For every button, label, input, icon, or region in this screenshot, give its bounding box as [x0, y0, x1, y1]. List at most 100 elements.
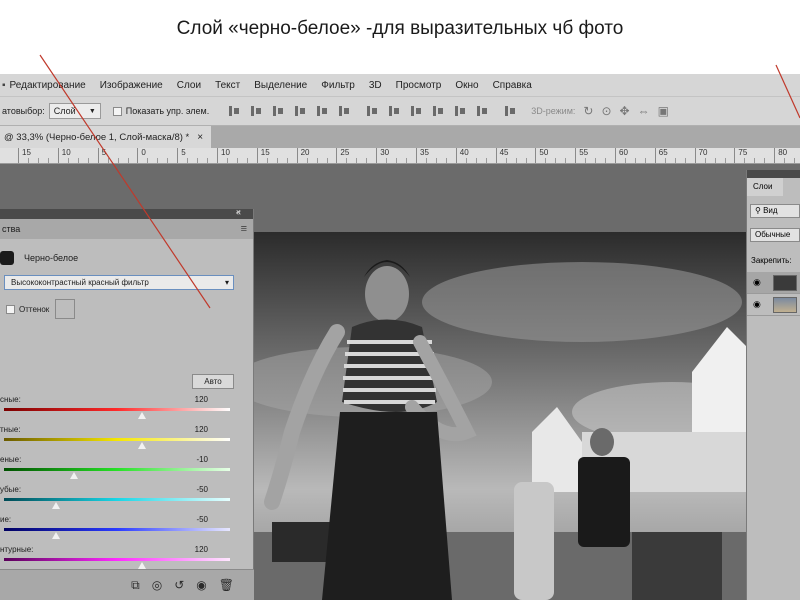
eye-icon[interactable]: ◉ — [753, 299, 761, 310]
layers-panel: Слои ⚲ Вид Обычные Закрепить: ◉ ◉ — [746, 170, 800, 600]
menu-type[interactable]: Текст — [215, 80, 240, 91]
distribute-left-icon[interactable] — [431, 105, 445, 117]
blend-mode-dropdown[interactable]: Обычные — [750, 228, 800, 242]
slider-value[interactable]: 120 — [195, 545, 208, 554]
slider-value[interactable]: -50 — [196, 485, 208, 494]
adjustment-layer-icon — [0, 251, 14, 265]
properties-panel: « × ства ≡ Черно-белое Высококонтрастный… — [0, 207, 254, 600]
view-previous-icon[interactable]: ◎ — [152, 578, 162, 593]
slider-thumb[interactable] — [51, 532, 60, 539]
slide-3d-icon[interactable]: ⇔ — [638, 104, 650, 118]
canvas-photo — [252, 232, 752, 600]
auto-button[interactable]: Авто — [192, 374, 234, 389]
layer-filter-dropdown[interactable]: ⚲ Вид — [750, 204, 800, 218]
slider-thumb[interactable] — [137, 442, 146, 449]
photo-image — [252, 232, 752, 600]
layers-panel-topbar — [747, 170, 800, 178]
slider-thumb[interactable] — [137, 562, 146, 569]
show-controls-label: Показать упр. элем. — [125, 106, 210, 116]
tint-checkbox[interactable] — [6, 304, 15, 314]
slider-value[interactable]: -50 — [196, 515, 208, 524]
slider-value[interactable]: 120 — [195, 395, 208, 404]
color-slider: убые: -50 — [0, 485, 234, 515]
menu-image[interactable]: Изображение — [100, 80, 163, 91]
clip-to-layer-icon[interactable]: ⧉ — [131, 578, 140, 593]
close-icon[interactable]: × — [197, 132, 203, 143]
menu-select[interactable]: Выделение — [254, 80, 307, 91]
distribute-hcenter-icon[interactable] — [453, 105, 467, 117]
distribute-bottom-icon[interactable] — [409, 105, 423, 117]
reset-icon[interactable]: ↺ — [174, 578, 184, 593]
align-top-icon[interactable] — [227, 105, 241, 117]
slider-track[interactable] — [4, 498, 230, 501]
slider-label: еные: — [0, 455, 22, 464]
chevron-down-icon: ▾ — [224, 278, 229, 287]
align-right-icon[interactable] — [337, 105, 351, 117]
orbit-3d-icon[interactable]: ↻ — [583, 104, 593, 118]
document-tab[interactable]: @ 33,3% (Черно-белое 1, Слой-маска/8) * … — [0, 126, 212, 148]
panel-menu-icon[interactable]: ≡ — [241, 223, 247, 235]
properties-panel-topbar: « × — [0, 207, 253, 219]
photo-thumbnail — [773, 297, 797, 313]
autoselect-dropdown[interactable]: Слой ▼ — [48, 103, 101, 119]
tint-color-swatch[interactable] — [55, 299, 76, 319]
distribute-right-icon[interactable] — [475, 105, 489, 117]
layer-row-photo[interactable]: ◉ — [747, 294, 800, 316]
photoshop-window: ▪ Редактирование Изображение Слои Текст … — [0, 74, 800, 600]
distribute-top-icon[interactable] — [365, 105, 379, 117]
slider-thumb[interactable] — [70, 472, 79, 479]
menu-window[interactable]: Окно — [455, 80, 478, 91]
menu-help[interactable]: Справка — [493, 80, 532, 91]
color-slider: еные: -10 — [0, 455, 234, 485]
roll-3d-icon[interactable]: ⊙ — [601, 104, 611, 118]
eye-icon[interactable]: ◉ — [753, 277, 761, 288]
document-tab-label: @ 33,3% (Черно-белое 1, Слой-маска/8) * — [4, 131, 190, 143]
adjustment-name: Черно-белое — [24, 253, 79, 263]
auto-align-icon[interactable] — [503, 105, 517, 117]
menu-layers[interactable]: Слои — [177, 80, 201, 91]
search-icon: ⚲ — [755, 206, 761, 215]
show-controls-checkbox[interactable] — [112, 106, 122, 116]
adjustment-header: Черно-белое — [0, 251, 78, 265]
trash-icon[interactable]: 🗑 — [219, 578, 234, 593]
properties-title: ства — [2, 224, 21, 234]
align-vcenter-icon[interactable] — [249, 105, 263, 117]
properties-panel-header: ства ≡ — [0, 219, 253, 239]
slider-track[interactable] — [4, 468, 230, 471]
slider-track[interactable] — [4, 438, 230, 441]
slider-value[interactable]: -10 — [196, 455, 208, 464]
layers-tab[interactable]: Слои — [747, 178, 783, 196]
slider-value[interactable]: 120 — [195, 425, 208, 434]
autoselect-value: Слой — [53, 106, 76, 116]
ruler-mark: 0 — [137, 148, 146, 163]
ruler-mark: 5 — [97, 148, 106, 163]
menu-filter[interactable]: Фильтр — [321, 80, 355, 91]
options-bar: атовыбор: Слой ▼ Показать упр. элем. 3D-… — [0, 96, 800, 126]
chevron-down-icon: ▼ — [88, 107, 96, 115]
layer-row-bw[interactable]: ◉ — [747, 272, 800, 294]
layer-filter-label: Вид — [763, 206, 778, 215]
autoselect-label: атовыбор: — [2, 106, 45, 116]
slider-track[interactable] — [4, 558, 230, 561]
slider-track[interactable] — [4, 408, 230, 411]
align-hcenter-icon[interactable] — [315, 105, 329, 117]
slider-thumb[interactable] — [137, 412, 146, 419]
drag-3d-icon[interactable]: ✥ — [620, 104, 630, 118]
menu-cut-marker: ▪ — [2, 79, 6, 91]
menu-view[interactable]: Просмотр — [396, 80, 442, 91]
distribute-vcenter-icon[interactable] — [387, 105, 401, 117]
scale-3d-icon[interactable]: ▣ — [658, 104, 669, 118]
align-bottom-icon[interactable] — [271, 105, 285, 117]
slide-title: Слой «черно-белое» -для выразительных чб… — [176, 18, 624, 39]
menu-edit[interactable]: Редактирование — [10, 80, 86, 91]
color-slider: ие: -50 — [0, 515, 234, 545]
slider-thumb[interactable] — [51, 502, 60, 509]
menu-bar: ▪ Редактирование Изображение Слои Текст … — [0, 74, 800, 96]
menu-3d[interactable]: 3D — [369, 80, 382, 91]
visibility-icon[interactable]: ◉ — [196, 578, 206, 593]
slider-track[interactable] — [4, 528, 230, 531]
slider-label: убые: — [0, 485, 22, 494]
color-slider: сные: 120 — [0, 395, 234, 425]
preset-dropdown[interactable]: Высококонтрастный красный фильтр ▾ — [4, 275, 234, 290]
align-left-icon[interactable] — [293, 105, 307, 117]
